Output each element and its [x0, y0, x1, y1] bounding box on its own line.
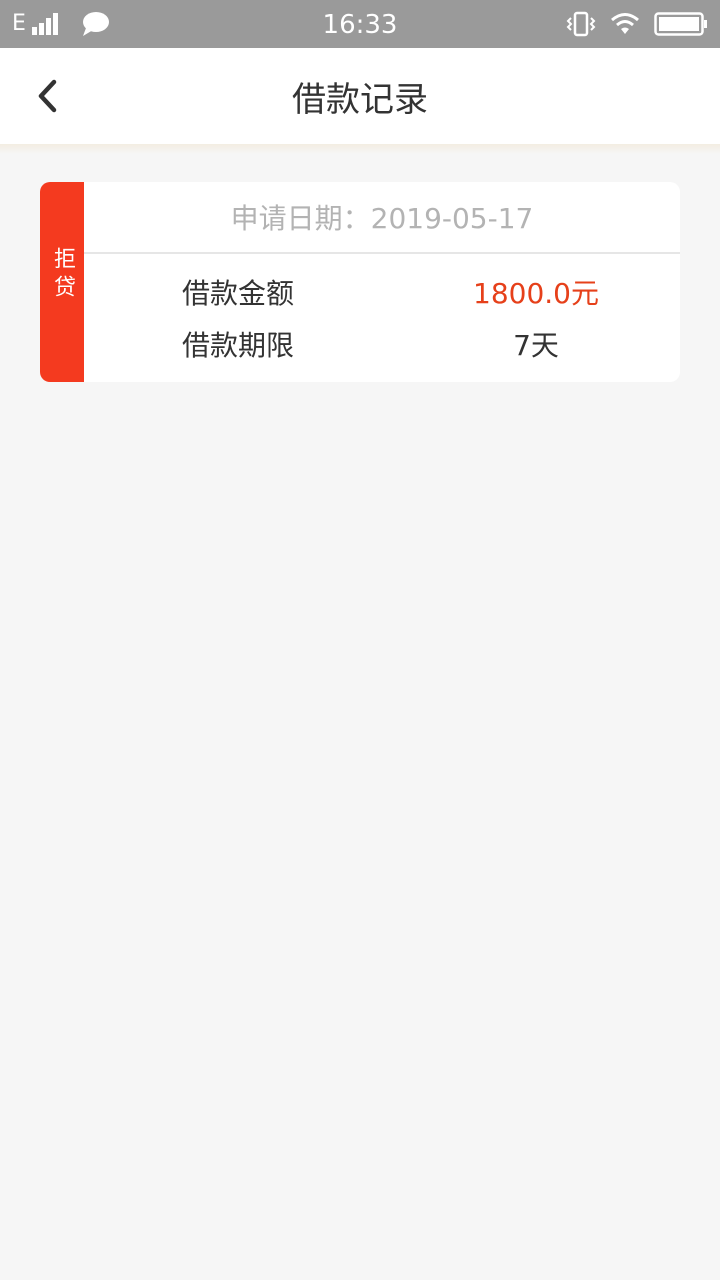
vibrate-icon — [566, 11, 596, 37]
amount-row: 借款金额 1800.0元 — [84, 268, 680, 320]
status-bar-right — [566, 0, 708, 48]
amount-label: 借款金额 — [181, 277, 294, 310]
record-details: 申请日期：2019-05-17 借款金额 1800.0元 借款期限 7天 — [84, 182, 680, 382]
amount-value: 1800.0元 — [473, 277, 599, 310]
status-badge: 拒贷 — [40, 182, 84, 382]
back-button[interactable] — [24, 72, 72, 120]
chevron-left-icon — [38, 79, 57, 113]
status-bar: E 16:33 — [0, 0, 720, 48]
battery-icon — [654, 12, 707, 36]
loan-record-card[interactable]: 拒贷 申请日期：2019-05-17 借款金额 1800.0元 借款期限 7天 — [40, 182, 680, 382]
status-badge-label: 拒贷 — [50, 247, 75, 303]
apply-date: 申请日期：2019-05-17 — [84, 182, 680, 254]
nav-header: 借款记录 — [0, 48, 720, 144]
term-label: 借款期限 — [181, 329, 294, 362]
page-title: 借款记录 — [292, 80, 428, 120]
term-value: 7天 — [513, 329, 559, 362]
header-divider — [0, 144, 720, 154]
term-row: 借款期限 7天 — [84, 320, 680, 372]
wifi-icon — [611, 13, 639, 34]
